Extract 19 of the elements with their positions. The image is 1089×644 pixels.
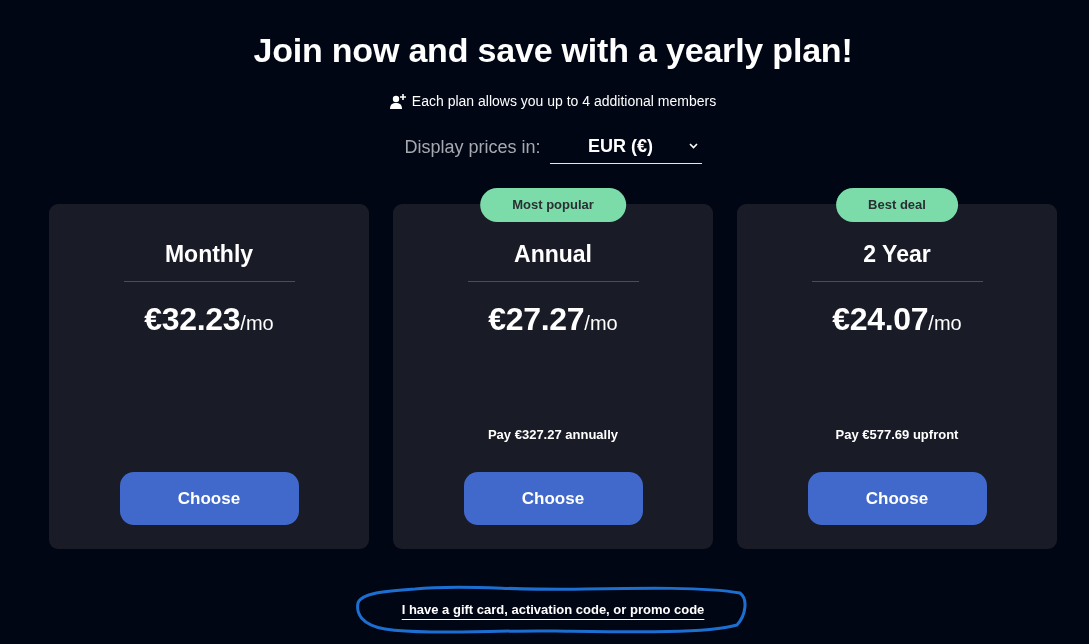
plan-price: €24.07/mo <box>832 300 962 339</box>
plan-name: Annual <box>514 240 592 268</box>
members-note: Each plan allows you up to 4 additional members <box>411 93 717 109</box>
plan-name: Monthly <box>164 240 254 268</box>
chevron-down-icon <box>688 143 698 149</box>
add-person-icon <box>389 93 406 109</box>
choose-button[interactable]: Choose <box>807 472 987 525</box>
page-title: Join now and save with a yearly plan! <box>253 31 853 69</box>
plan-price: €27.27/mo <box>488 300 618 339</box>
choose-button[interactable]: Choose <box>119 472 299 525</box>
plan-badge: Best deal <box>836 188 958 222</box>
plan-name: 2 Year <box>863 240 931 268</box>
currency-select[interactable]: EUR (€) <box>549 130 702 164</box>
plan-badge: Most popular <box>480 188 626 222</box>
currency-label: Display prices in: <box>404 136 541 158</box>
choose-button[interactable]: Choose <box>463 472 643 525</box>
plan-price: €32.23/mo <box>144 300 274 339</box>
billing-note: Pay €577.69 upfront <box>835 427 959 443</box>
billing-note: Pay €327.27 annually <box>487 427 619 443</box>
